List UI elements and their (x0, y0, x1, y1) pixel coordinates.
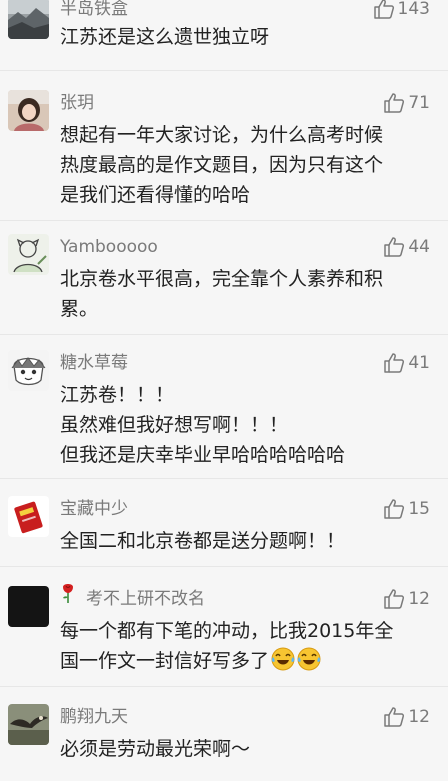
like-button[interactable]: 71 (383, 90, 430, 116)
sketch-avatar-icon (8, 234, 49, 275)
comment-text: 江苏还是这么遗世独立呀 (60, 22, 432, 52)
avatar[interactable] (8, 704, 49, 745)
laughing-tears-emoji-icon (271, 647, 295, 671)
like-count: 41 (408, 353, 430, 373)
like-count: 44 (408, 237, 430, 257)
eagle-avatar-icon (8, 704, 49, 745)
portrait-avatar-icon (8, 90, 49, 131)
thumbs-up-icon (384, 353, 405, 373)
comment-text: 每一个都有下笔的冲动，比我2015年全 国一作文一封信好写多了 (60, 616, 432, 676)
thumbs-up-icon (384, 707, 405, 727)
rose-icon (60, 582, 76, 612)
comment-line-text: 国一作文一封信好写多了 (60, 650, 270, 672)
divider (0, 566, 448, 567)
comment-text: 全国二和北京卷都是送分题啊！！ (60, 526, 432, 556)
divider (0, 478, 448, 479)
avatar[interactable] (8, 350, 49, 391)
comment-feed: 半岛铁盒 143 江苏还是这么遗世独立呀 张玥 71 想起有一年大家讨论，为什么… (0, 0, 448, 781)
comment-line: 累。 (60, 298, 99, 320)
comment-line: 每一个都有下笔的冲动，比我2015年全 (60, 620, 394, 642)
like-button[interactable]: 41 (383, 350, 430, 376)
comment-line: 虽然难但我好想写啊！！！ (60, 414, 289, 436)
landscape-avatar-icon (8, 0, 49, 39)
like-button[interactable]: 44 (383, 234, 430, 260)
comment-line: 想起有一年大家讨论，为什么高考时候 (60, 124, 384, 146)
like-count: 71 (408, 93, 430, 113)
black-avatar-icon (8, 586, 49, 627)
avatar[interactable] (8, 90, 49, 131)
thumbs-up-icon (384, 499, 405, 519)
username[interactable]: 考不上研不改名 (60, 584, 205, 612)
cartoon-avatar-icon (8, 350, 49, 391)
thumbs-up-icon (384, 237, 405, 257)
divider (0, 686, 448, 687)
like-count: 15 (408, 499, 430, 519)
comment-text: 江苏卷！！！ 虽然难但我好想写啊！！！ 但我还是庆幸毕业早哈哈哈哈哈哈 (60, 380, 432, 470)
like-button[interactable]: 12 (383, 586, 430, 612)
comment-line: 全国二和北京卷都是送分题啊！！ (60, 530, 346, 552)
username-text: 考不上研不改名 (86, 589, 205, 609)
like-count: 12 (408, 707, 430, 727)
comment-line: 北京卷水平很高，完全靠个人素养和积 (60, 268, 384, 290)
divider (0, 334, 448, 335)
avatar[interactable] (8, 0, 49, 39)
like-count: 12 (408, 589, 430, 609)
comment-text: 北京卷水平很高，完全靠个人素养和积 累。 (60, 264, 432, 324)
like-button[interactable]: 12 (383, 704, 430, 730)
comment-line: 国一作文一封信好写多了 (60, 646, 432, 676)
comment-line: 江苏还是这么遗世独立呀 (60, 26, 270, 48)
avatar[interactable] (8, 234, 49, 275)
comment-line: 必须是劳动最光荣啊～ (60, 738, 251, 760)
like-count: 143 (397, 0, 430, 19)
thumbs-up-icon (384, 93, 405, 113)
laughing-tears-emoji-icon (297, 647, 321, 671)
comment-line: 热度最高的是作文题目，因为只有这个 (60, 154, 384, 176)
like-button[interactable]: 15 (383, 496, 430, 522)
username[interactable]: 鹏翔九天 (60, 704, 128, 730)
avatar[interactable] (8, 496, 49, 537)
comment-text: 必须是劳动最光荣啊～ (60, 734, 432, 764)
username[interactable]: 半岛铁盒 (60, 0, 128, 22)
red-book-avatar-icon (8, 496, 49, 537)
divider (0, 220, 448, 221)
comment-line: 江苏卷！！！ (60, 384, 175, 406)
username[interactable]: 张玥 (60, 90, 94, 116)
username[interactable]: Yambooooo (60, 234, 158, 260)
comment-line: 是我们还看得懂的哈哈 (60, 184, 251, 206)
comment-line: 但我还是庆幸毕业早哈哈哈哈哈哈 (60, 444, 346, 466)
like-button[interactable]: 143 (373, 0, 430, 22)
comment-text: 想起有一年大家讨论，为什么高考时候 热度最高的是作文题目，因为只有这个 是我们还… (60, 120, 432, 210)
divider (0, 70, 448, 71)
thumbs-up-icon (373, 0, 394, 19)
avatar[interactable] (8, 586, 49, 627)
username[interactable]: 宝藏中少 (60, 496, 128, 522)
username[interactable]: 糖水草莓 (60, 350, 128, 376)
thumbs-up-icon (384, 589, 405, 609)
